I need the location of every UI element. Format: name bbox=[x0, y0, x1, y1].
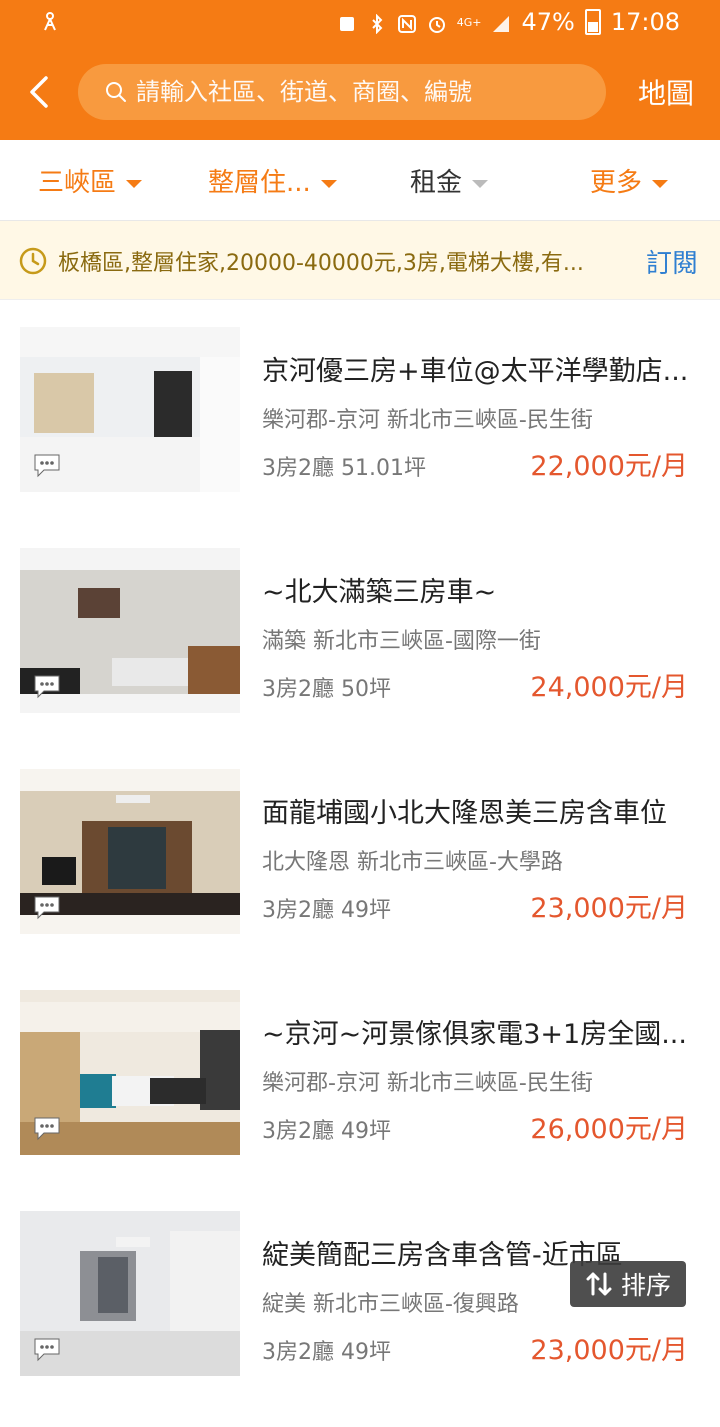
search-bar[interactable] bbox=[78, 64, 606, 122]
listing-photo bbox=[20, 769, 240, 934]
listing-price: 24,000元/月 bbox=[530, 672, 688, 703]
listing-item[interactable]: 面龍埔國小北大隆恩美三房含車位 北大隆恩 新北市三峽區-大學路 3房2廳 49坪… bbox=[0, 764, 720, 985]
caret-down-icon bbox=[652, 179, 669, 188]
subscribe-button[interactable]: 訂閱 bbox=[646, 243, 698, 280]
listing-address: 樂河郡-京河 新北市三峽區-民生街 bbox=[262, 408, 593, 433]
filter-district-label: 三峽區 bbox=[38, 168, 117, 198]
nfc-icon bbox=[397, 12, 417, 33]
listing-title: ~北大滿築三房車~ bbox=[262, 577, 497, 608]
listing-spec: 3房2廳 51.01坪 bbox=[262, 456, 426, 481]
chat-icon bbox=[34, 896, 60, 920]
signal-tower-icon bbox=[44, 12, 56, 31]
listing-photo bbox=[20, 1211, 240, 1376]
listing-photo bbox=[20, 548, 240, 713]
search-icon bbox=[106, 82, 126, 102]
chat-icon bbox=[34, 1338, 60, 1362]
caret-down-icon bbox=[472, 179, 489, 188]
listing-price: 23,000元/月 bbox=[530, 1335, 688, 1366]
listing-spec: 3房2廳 49坪 bbox=[262, 1119, 391, 1144]
listing-item[interactable]: 綻美簡配三房含車含管-近市區 綻美 新北市三峽區-復興路 3房2廳 49坪 23… bbox=[0, 1206, 720, 1427]
battery-percent: 47% bbox=[521, 8, 575, 36]
notification-icon bbox=[337, 12, 357, 32]
filter-district[interactable]: 三峽區 bbox=[38, 162, 143, 199]
listing-title: ~京河~河景傢俱家電3+1房全國... bbox=[262, 1019, 687, 1050]
listing-address: 樂河郡-京河 新北市三峽區-民生街 bbox=[262, 1071, 593, 1096]
listing-price: 23,000元/月 bbox=[530, 893, 688, 924]
chat-icon bbox=[34, 1117, 60, 1141]
chat-icon bbox=[34, 454, 60, 478]
listing-spec: 3房2廳 50坪 bbox=[262, 677, 391, 702]
sort-button[interactable]: 排序 bbox=[570, 1261, 686, 1307]
listing-photo bbox=[20, 327, 240, 492]
status-bar: 4G+ 47% 17:08 bbox=[0, 0, 720, 44]
app-header: 4G+ 47% 17:08 地圖 bbox=[0, 0, 720, 140]
search-input[interactable] bbox=[134, 64, 578, 122]
clock-icon bbox=[19, 247, 47, 275]
clock-time: 17:08 bbox=[610, 8, 680, 36]
saved-search-text: 板橋區,整層住家,20000-40000元,3房,電梯大樓,有... bbox=[58, 251, 584, 276]
listing-price: 22,000元/月 bbox=[530, 451, 688, 482]
chat-icon bbox=[34, 675, 60, 699]
nav-row: 地圖 bbox=[0, 56, 720, 128]
back-arrow-icon[interactable] bbox=[24, 72, 56, 112]
network-type: 4G+ bbox=[456, 15, 482, 29]
filter-bar: 三峽區 整層住... 租金 更多 bbox=[0, 140, 720, 221]
listing-item[interactable]: 京河優三房+車位@太平洋學勤店... 樂河郡-京河 新北市三峽區-民生街 3房2… bbox=[0, 322, 720, 543]
filter-more-label: 更多 bbox=[590, 168, 643, 198]
filter-rent-label: 租金 bbox=[410, 168, 463, 198]
listing-photo bbox=[20, 990, 240, 1155]
listing-spec: 3房2廳 49坪 bbox=[262, 1340, 391, 1365]
listing-address: 北大隆恩 新北市三峽區-大學路 bbox=[262, 850, 563, 875]
caret-down-icon bbox=[320, 179, 337, 188]
filter-type[interactable]: 整層住... bbox=[208, 162, 337, 199]
listing-address: 滿築 新北市三峽區-國際一街 bbox=[262, 629, 541, 654]
listing-item[interactable]: ~京河~河景傢俱家電3+1房全國... 樂河郡-京河 新北市三峽區-民生街 3房… bbox=[0, 985, 720, 1206]
signal-icon bbox=[491, 12, 511, 32]
listing-item[interactable]: ~北大滿築三房車~ 滿築 新北市三峽區-國際一街 3房2廳 50坪 24,000… bbox=[0, 543, 720, 764]
sort-arrows-icon bbox=[586, 1272, 612, 1296]
sort-label: 排序 bbox=[620, 1271, 671, 1300]
map-button[interactable]: 地圖 bbox=[638, 72, 694, 112]
listing-title: 面龍埔國小北大隆恩美三房含車位 bbox=[262, 798, 667, 829]
listing-spec: 3房2廳 49坪 bbox=[262, 898, 391, 923]
bluetooth-icon bbox=[367, 12, 387, 35]
caret-down-icon bbox=[126, 179, 143, 188]
alarm-icon bbox=[427, 12, 447, 33]
filter-more[interactable]: 更多 bbox=[590, 162, 669, 199]
battery-icon bbox=[584, 9, 601, 35]
filter-type-label: 整層住... bbox=[208, 168, 311, 198]
filter-rent[interactable]: 租金 bbox=[410, 162, 489, 199]
saved-search-bar[interactable]: 板橋區,整層住家,20000-40000元,3房,電梯大樓,有... 訂閱 bbox=[0, 221, 720, 300]
listing-price: 26,000元/月 bbox=[530, 1114, 688, 1145]
listing-title: 京河優三房+車位@太平洋學勤店... bbox=[262, 356, 689, 387]
